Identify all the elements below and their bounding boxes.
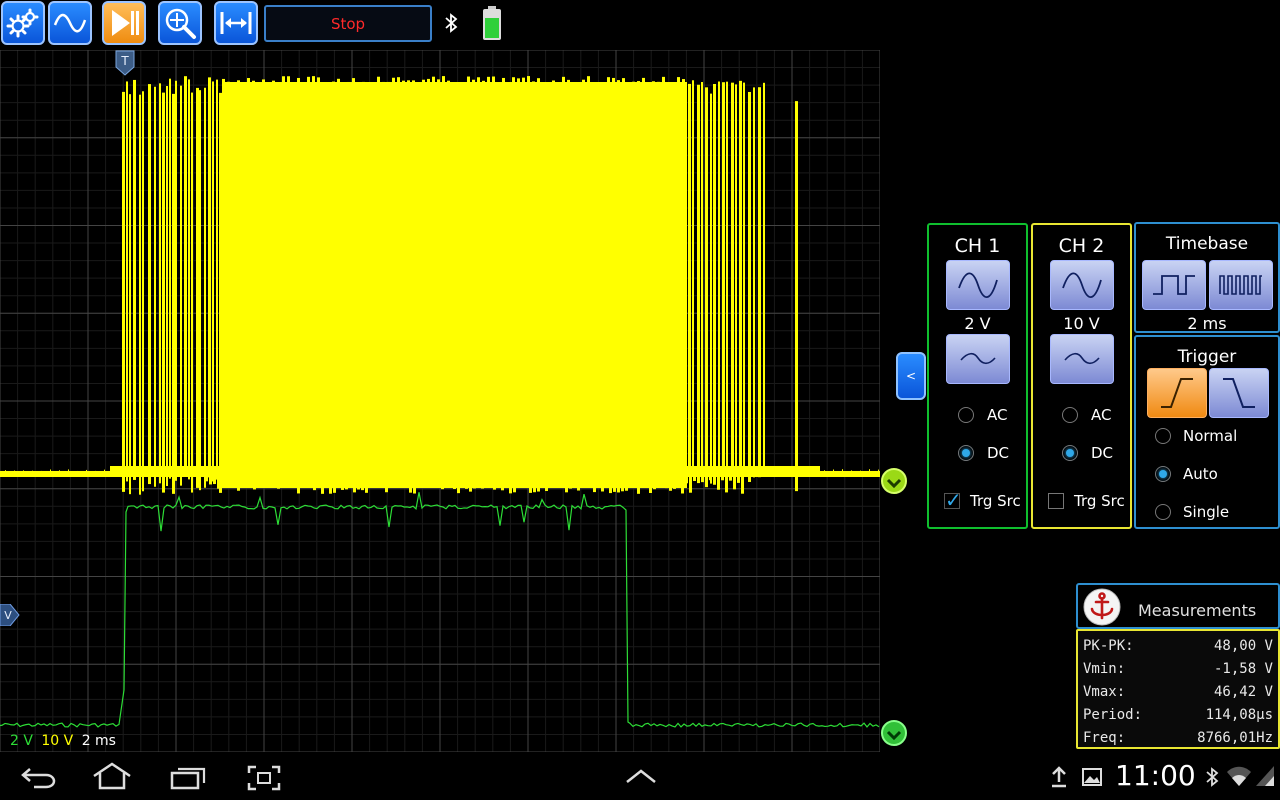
ch2-ac-radio[interactable]	[1062, 407, 1078, 423]
fit-width-icon	[220, 12, 252, 34]
ch1-dc-label: DC	[987, 444, 1010, 462]
anchor-icon	[1083, 588, 1121, 626]
measurement-value: 114,08µs	[1205, 707, 1273, 723]
battery-icon	[483, 6, 501, 40]
upload-icon	[1052, 766, 1066, 788]
ch2-dc-radio[interactable]	[1062, 445, 1078, 461]
trigger-single-label: Single	[1183, 503, 1230, 521]
trigger-auto-radio[interactable]	[1155, 466, 1171, 482]
ch1-volts-label: 2 V	[964, 314, 991, 333]
ch1-small-wave-icon	[960, 352, 996, 365]
ch2-volts-down-button[interactable]	[1050, 334, 1114, 384]
ch1-ac-label: AC	[987, 406, 1008, 424]
ch1-level-marker[interactable]	[880, 467, 908, 495]
measurement-value: 48,00 V	[1213, 638, 1273, 654]
ch2-large-wave-icon	[1062, 272, 1102, 299]
zoom-icon	[165, 8, 196, 39]
measurement-label: Vmax:	[1083, 684, 1126, 700]
ch2-volts-label: 10 V	[1063, 314, 1100, 333]
ch2-ac-label: AC	[1091, 406, 1112, 424]
ch1-trg-src-checkbox[interactable]	[944, 488, 962, 512]
trigger-auto-label: Auto	[1183, 465, 1218, 483]
up-chevron-icon[interactable]	[624, 766, 658, 786]
back-icon[interactable]	[20, 764, 58, 790]
measurement-label: Period:	[1083, 707, 1143, 723]
square-wave-narrow-icon	[1219, 275, 1262, 295]
trigger-normal-label: Normal	[1183, 427, 1238, 445]
bluetooth-icon	[445, 13, 458, 33]
timebase-faster-button[interactable]	[1209, 260, 1273, 310]
settings-icon	[6, 8, 39, 38]
ch1-dc-radio[interactable]	[958, 445, 974, 461]
trigger-marker-label: T	[120, 54, 129, 68]
time-scale-readout: 2 ms	[81, 733, 116, 749]
ch2-small-wave-icon	[1064, 352, 1100, 365]
waveform-canvas	[0, 50, 880, 752]
measurement-value: 46,42 V	[1213, 684, 1273, 700]
ch1-title: CH 1	[954, 235, 1001, 257]
ch2-volts-up-button[interactable]	[1050, 260, 1114, 310]
zoom-button[interactable]	[158, 1, 202, 45]
system-clock: 11:00	[1115, 759, 1196, 792]
trigger-title: Trigger	[1177, 347, 1237, 367]
measurement-value: 8766,01Hz	[1197, 730, 1273, 746]
home-icon[interactable]	[91, 762, 133, 790]
ch1-ac-radio[interactable]	[958, 407, 974, 423]
ch1-trg-src-label: Trg Src	[970, 492, 1021, 510]
trigger-panel: Trigger Normal Auto Single	[1134, 335, 1280, 529]
bluetooth-icon	[1206, 767, 1219, 787]
timebase-title: Timebase	[1165, 234, 1249, 254]
measurement-label: PK-PK:	[1083, 638, 1134, 654]
ch2-title: CH 2	[1058, 235, 1105, 257]
falling-edge-icon	[1223, 378, 1255, 408]
play-pause-icon	[112, 10, 139, 36]
measurements-header[interactable]: Measurements	[1076, 583, 1280, 629]
waveform-icon	[53, 13, 87, 33]
chevron-left-icon: <	[905, 369, 917, 383]
signal-icon	[1256, 766, 1274, 786]
trigger-position-marker[interactable]: T	[114, 50, 136, 76]
ch1-panel: CH 1 2 V AC DC Trg Src	[927, 223, 1028, 529]
trigger-rising-edge-button[interactable]	[1147, 368, 1207, 418]
settings-button[interactable]	[1, 1, 45, 45]
ch1-volts-down-button[interactable]	[946, 334, 1010, 384]
screenshot-icon[interactable]	[246, 764, 282, 792]
play-pause-button[interactable]	[102, 1, 146, 45]
timebase-slower-button[interactable]	[1142, 260, 1206, 310]
ch1-large-wave-icon	[958, 272, 998, 299]
measurement-label: Freq:	[1083, 730, 1126, 746]
gallery-icon	[1082, 768, 1102, 786]
measurements-list: PK-PK: 48,00 V Vmin: -1,58 V Vmax: 46,42…	[1076, 629, 1280, 749]
scale-readout: 2 V 10 V 2 ms	[10, 733, 120, 749]
wifi-icon	[1227, 766, 1251, 786]
fit-width-button[interactable]	[214, 1, 258, 45]
stop-button-label: Stop	[330, 14, 366, 33]
ch1-scale-readout: 2 V	[10, 733, 33, 749]
recent-apps-icon[interactable]	[169, 764, 207, 790]
square-wave-wide-icon	[1153, 275, 1195, 295]
collapse-panel-button[interactable]: <	[896, 352, 926, 400]
trigger-falling-edge-button[interactable]	[1209, 368, 1269, 418]
measurements-title: Measurements	[1138, 601, 1257, 620]
offset-marker[interactable]: V	[0, 604, 20, 626]
measurement-value: -1,58 V	[1213, 661, 1273, 677]
timebase-value: 2 ms	[1187, 314, 1227, 333]
measurement-label: Vmin:	[1083, 661, 1126, 677]
rising-edge-icon	[1161, 378, 1193, 408]
ch2-level-marker[interactable]	[880, 719, 908, 747]
ch2-panel: CH 2 10 V AC DC Trg Src	[1031, 223, 1132, 529]
offset-marker-label: V	[4, 609, 12, 622]
ch2-trg-src-checkbox[interactable]	[1048, 493, 1064, 509]
ch1-trace	[0, 76, 880, 495]
ch1-volts-up-button[interactable]	[946, 260, 1010, 310]
ch2-scale-readout: 10 V	[41, 733, 74, 749]
scope-display[interactable]	[0, 50, 880, 752]
timebase-panel: Timebase 2 ms	[1134, 222, 1280, 333]
ch2-dc-label: DC	[1091, 444, 1114, 462]
stop-button[interactable]: Stop	[264, 5, 432, 42]
trigger-single-radio[interactable]	[1155, 504, 1171, 520]
trigger-normal-radio[interactable]	[1155, 428, 1171, 444]
waveform-button[interactable]	[48, 1, 92, 45]
ch2-trg-src-label: Trg Src	[1074, 492, 1125, 510]
